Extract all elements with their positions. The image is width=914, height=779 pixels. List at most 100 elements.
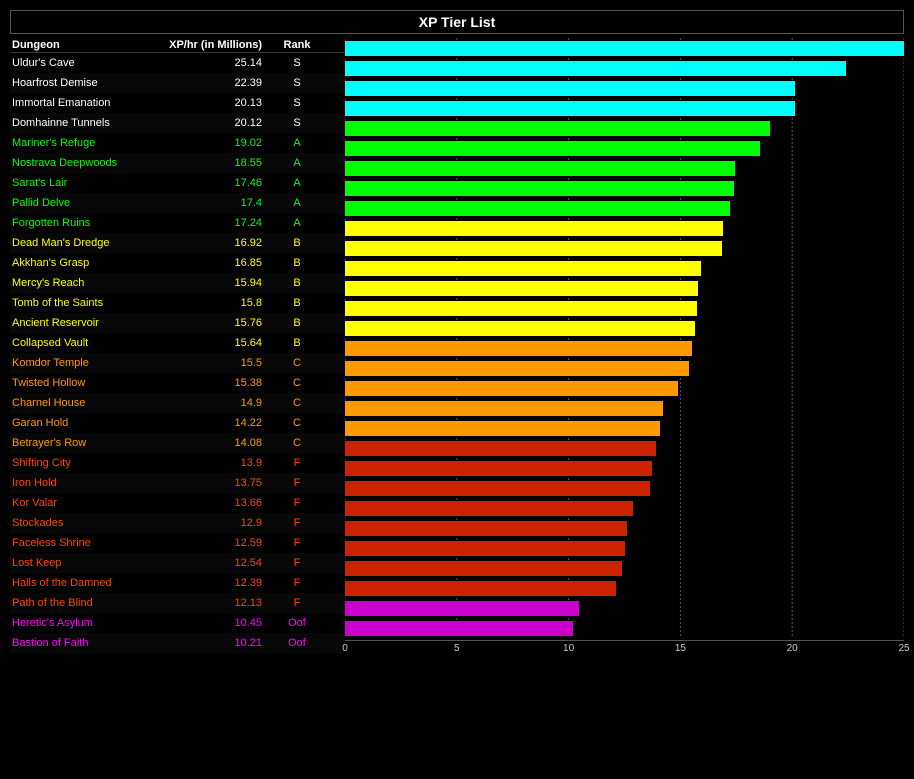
bar-row	[345, 418, 904, 438]
axis-label: 25	[894, 643, 914, 654]
bar	[345, 141, 760, 156]
dungeon-name: Twisted Hollow	[12, 377, 157, 389]
bar	[345, 181, 734, 196]
dungeon-rank: C	[272, 357, 322, 369]
bar-row	[345, 118, 904, 138]
table-row: Kor Valar 13.66 F	[10, 493, 345, 513]
bar	[345, 541, 625, 556]
bar-row	[345, 298, 904, 318]
bar-row	[345, 558, 904, 578]
table-row: Nostrava Deepwoods 18.55 A	[10, 153, 345, 173]
right-panel: 0510152025	[345, 38, 904, 658]
dungeon-xp: 16.92	[157, 237, 272, 249]
bar	[345, 241, 722, 256]
axis-label: 0	[335, 643, 355, 654]
dungeon-xp: 15.94	[157, 277, 272, 289]
col-header-dungeon: Dungeon	[12, 39, 157, 51]
col-header-xp: XP/hr (in Millions)	[157, 39, 272, 51]
dungeon-rank: B	[272, 277, 322, 289]
bar	[345, 321, 695, 336]
dungeon-rank: A	[272, 137, 322, 149]
dungeon-rank: C	[272, 417, 322, 429]
dungeon-xp: 16.85	[157, 257, 272, 269]
table-row: Shifting City 13.9 F	[10, 453, 345, 473]
dungeon-name: Hoarfrost Demise	[12, 77, 157, 89]
chart-title: XP Tier List	[10, 10, 904, 34]
dungeon-xp: 17.4	[157, 197, 272, 209]
dungeon-xp: 12.13	[157, 597, 272, 609]
dungeon-rank: F	[272, 457, 322, 469]
dungeon-xp: 15.38	[157, 377, 272, 389]
dungeon-name: Path of the Blind	[12, 597, 157, 609]
bar	[345, 201, 730, 216]
dungeon-rank: B	[272, 337, 322, 349]
dungeon-xp: 18.55	[157, 157, 272, 169]
axis-label: 5	[447, 643, 467, 654]
dungeon-name: Domhainne Tunnels	[12, 117, 157, 129]
dungeon-xp: 12.54	[157, 557, 272, 569]
dungeon-rank: A	[272, 217, 322, 229]
dungeon-rank: S	[272, 57, 322, 69]
dungeon-xp: 13.75	[157, 477, 272, 489]
dungeon-name: Pallid Delve	[12, 197, 157, 209]
dungeon-xp: 15.64	[157, 337, 272, 349]
table-row: Heretic's Asylum 10.45 Oof	[10, 613, 345, 633]
dungeon-rank: Oof	[272, 637, 322, 649]
bar	[345, 441, 656, 456]
dungeon-xp: 14.9	[157, 397, 272, 409]
bar-row	[345, 538, 904, 558]
bar	[345, 81, 795, 96]
bar	[345, 581, 616, 596]
bar	[345, 41, 904, 56]
dungeon-name: Mercy's Reach	[12, 277, 157, 289]
axis-label: 10	[559, 643, 579, 654]
dungeon-name: Forgotten Ruins	[12, 217, 157, 229]
bar-row	[345, 78, 904, 98]
dungeon-xp: 14.22	[157, 417, 272, 429]
dungeon-rank: C	[272, 377, 322, 389]
dungeon-rank: F	[272, 497, 322, 509]
dungeon-rank: F	[272, 577, 322, 589]
dungeon-rank: F	[272, 477, 322, 489]
dungeon-xp: 13.9	[157, 457, 272, 469]
bar	[345, 221, 723, 236]
bar-row	[345, 358, 904, 378]
dungeon-xp: 25.14	[157, 57, 272, 69]
dungeon-xp: 17.24	[157, 217, 272, 229]
table-row: Mariner's Refuge 19.02 A	[10, 133, 345, 153]
bar-row	[345, 518, 904, 538]
bar-row	[345, 178, 904, 198]
bar	[345, 461, 652, 476]
bar-row	[345, 258, 904, 278]
bar-rows	[345, 38, 904, 638]
dungeon-rank: B	[272, 297, 322, 309]
table-row: Bastion of Faith 10.21 Oof	[10, 633, 345, 653]
axis-label: 15	[670, 643, 690, 654]
dungeon-rank: C	[272, 437, 322, 449]
table-row: Faceless Shrine 12.59 F	[10, 533, 345, 553]
dungeon-name: Nostrava Deepwoods	[12, 157, 157, 169]
table-row: Hoarfrost Demise 22.39 S	[10, 73, 345, 93]
bar-row	[345, 578, 904, 598]
dungeon-name: Kor Valar	[12, 497, 157, 509]
table-row: Dead Man's Dredge 16.92 B	[10, 233, 345, 253]
dungeon-rank: B	[272, 237, 322, 249]
table-row: Lost Keep 12.54 F	[10, 553, 345, 573]
bar-row	[345, 318, 904, 338]
dungeon-name: Iron Hold	[12, 477, 157, 489]
dungeon-name: Heretic's Asylum	[12, 617, 157, 629]
bar	[345, 421, 660, 436]
left-panel: Dungeon XP/hr (in Millions) Rank Uldur's…	[10, 38, 345, 658]
dungeon-xp: 12.59	[157, 537, 272, 549]
dungeon-rank: B	[272, 317, 322, 329]
bar	[345, 101, 795, 116]
dungeon-rank: F	[272, 537, 322, 549]
dungeon-name: Tomb of the Saints	[12, 297, 157, 309]
bar	[345, 561, 622, 576]
dungeon-rank: B	[272, 257, 322, 269]
bar-row	[345, 58, 904, 78]
bar	[345, 601, 579, 616]
dungeon-rank: A	[272, 197, 322, 209]
dungeon-name: Betrayer's Row	[12, 437, 157, 449]
bar-row	[345, 238, 904, 258]
